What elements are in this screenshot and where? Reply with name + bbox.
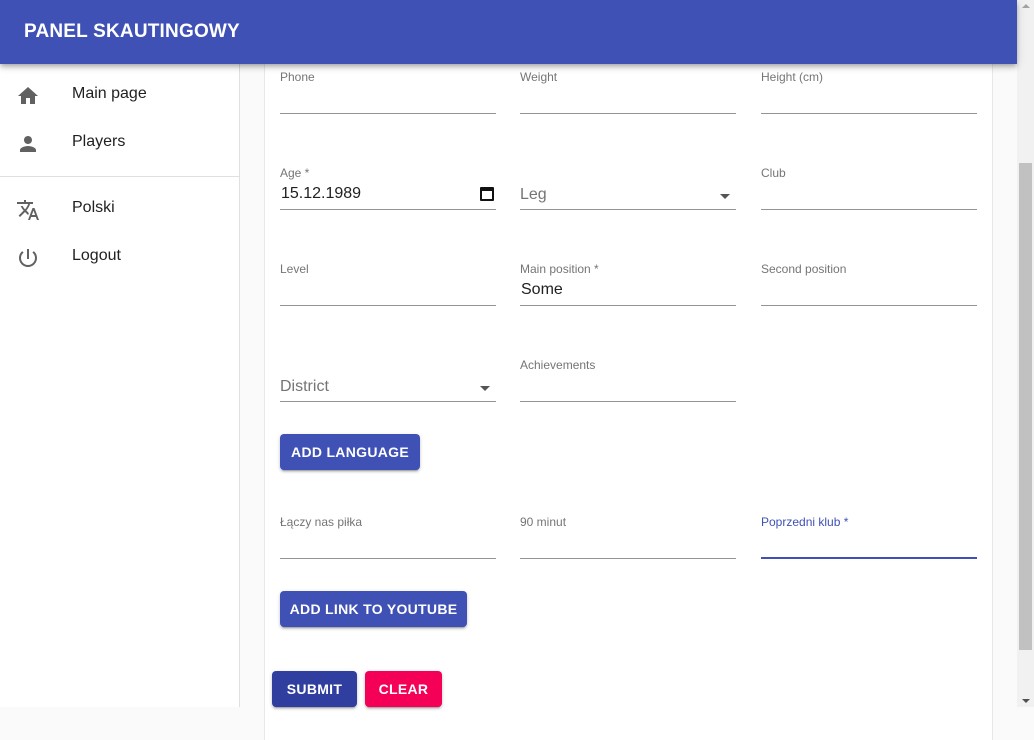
main-position-label: Main position * bbox=[520, 262, 599, 276]
club-field[interactable]: Club bbox=[761, 160, 977, 210]
main-position-field[interactable]: Main position * Some bbox=[520, 256, 736, 306]
age-date-field[interactable]: Age * 15.12.1989 bbox=[280, 160, 496, 210]
second-position-label: Second position bbox=[761, 262, 847, 276]
home-icon bbox=[18, 87, 38, 104]
poprzedni-klub-label: Poprzedni klub * bbox=[761, 515, 849, 529]
sidebar-item-label: Polski bbox=[72, 199, 115, 216]
main-position-value[interactable]: Some bbox=[520, 281, 736, 306]
calendar-icon[interactable] bbox=[480, 187, 494, 201]
achievements-label: Achievements bbox=[520, 358, 596, 372]
clear-button[interactable]: CLEAR bbox=[365, 671, 442, 707]
90-minut-field[interactable]: 90 minut bbox=[520, 509, 736, 559]
app-bar: PANEL SKAUTINGOWY bbox=[0, 0, 1017, 64]
sidebar-item-label: Players bbox=[72, 133, 126, 150]
sidebar-item-language[interactable]: Polski bbox=[0, 186, 239, 234]
sidebar-item-label: Logout bbox=[72, 247, 121, 264]
district-placeholder: District bbox=[280, 378, 329, 395]
level-underline bbox=[280, 305, 496, 306]
power-icon bbox=[19, 249, 37, 267]
player-form: Phone Weight Height (cm) Age * 15.12.198… bbox=[264, 40, 993, 740]
club-underline bbox=[761, 209, 977, 210]
phone-field[interactable]: Phone bbox=[280, 64, 496, 114]
leg-select[interactable]: Leg bbox=[520, 160, 736, 210]
sidebar-divider bbox=[0, 176, 239, 177]
chevron-down-icon bbox=[720, 194, 730, 199]
age-value[interactable]: 15.12.1989 bbox=[280, 185, 496, 210]
weight-underline bbox=[520, 113, 736, 114]
laczy-nas-pilka-label: Łączy nas piłka bbox=[280, 515, 363, 529]
level-field[interactable]: Level bbox=[280, 256, 496, 306]
height-label: Height (cm) bbox=[761, 70, 824, 84]
scroll-thumb[interactable] bbox=[1019, 163, 1032, 650]
90-minut-underline bbox=[520, 558, 736, 559]
height-underline bbox=[761, 113, 977, 114]
achievements-field[interactable]: Achievements bbox=[520, 352, 736, 402]
sidebar-item-players[interactable]: Players bbox=[0, 120, 239, 168]
scroll-up-arrow-icon[interactable] bbox=[1022, 4, 1030, 8]
laczy-nas-pilka-underline bbox=[280, 558, 496, 559]
level-label: Level bbox=[280, 262, 309, 276]
poprzedni-klub-underline bbox=[761, 557, 977, 559]
height-field[interactable]: Height (cm) bbox=[761, 64, 977, 114]
scroll-down-arrow-icon[interactable] bbox=[1022, 699, 1030, 703]
achievements-underline bbox=[520, 401, 736, 402]
translate-icon bbox=[17, 200, 39, 220]
chevron-down-icon bbox=[480, 386, 490, 391]
main-position-underline bbox=[520, 305, 736, 306]
add-youtube-link-button[interactable]: ADD LINK TO YOUTUBE bbox=[280, 591, 467, 627]
vertical-scrollbar[interactable] bbox=[1017, 0, 1034, 707]
add-language-button[interactable]: ADD LANGUAGE bbox=[280, 434, 420, 470]
age-underline bbox=[280, 209, 496, 210]
laczy-nas-pilka-field[interactable]: Łączy nas piłka bbox=[280, 509, 496, 559]
leg-underline bbox=[520, 209, 736, 210]
90-minut-label: 90 minut bbox=[520, 515, 567, 529]
age-label: Age * bbox=[280, 166, 310, 180]
district-underline bbox=[280, 401, 496, 402]
sidebar-item-logout[interactable]: Logout bbox=[0, 234, 239, 282]
club-label: Club bbox=[761, 166, 786, 180]
app-title: PANEL SKAUTINGOWY bbox=[24, 21, 240, 42]
phone-label: Phone bbox=[280, 70, 315, 84]
poprzedni-klub-field[interactable]: Poprzedni klub * bbox=[761, 509, 977, 559]
weight-field[interactable]: Weight bbox=[520, 64, 736, 114]
sidebar-item-main-page[interactable]: Main page bbox=[0, 72, 239, 120]
submit-button[interactable]: SUBMIT bbox=[272, 671, 357, 707]
weight-label: Weight bbox=[520, 70, 558, 84]
person-icon bbox=[20, 136, 36, 152]
phone-underline bbox=[280, 113, 496, 114]
second-position-field[interactable]: Second position bbox=[761, 256, 977, 306]
district-select[interactable]: District bbox=[280, 352, 496, 402]
leg-placeholder: Leg bbox=[520, 186, 547, 203]
sidebar-item-label: Main page bbox=[72, 85, 147, 102]
sidebar: Main page Players Polski Logout bbox=[0, 64, 240, 707]
second-position-underline bbox=[761, 305, 977, 306]
